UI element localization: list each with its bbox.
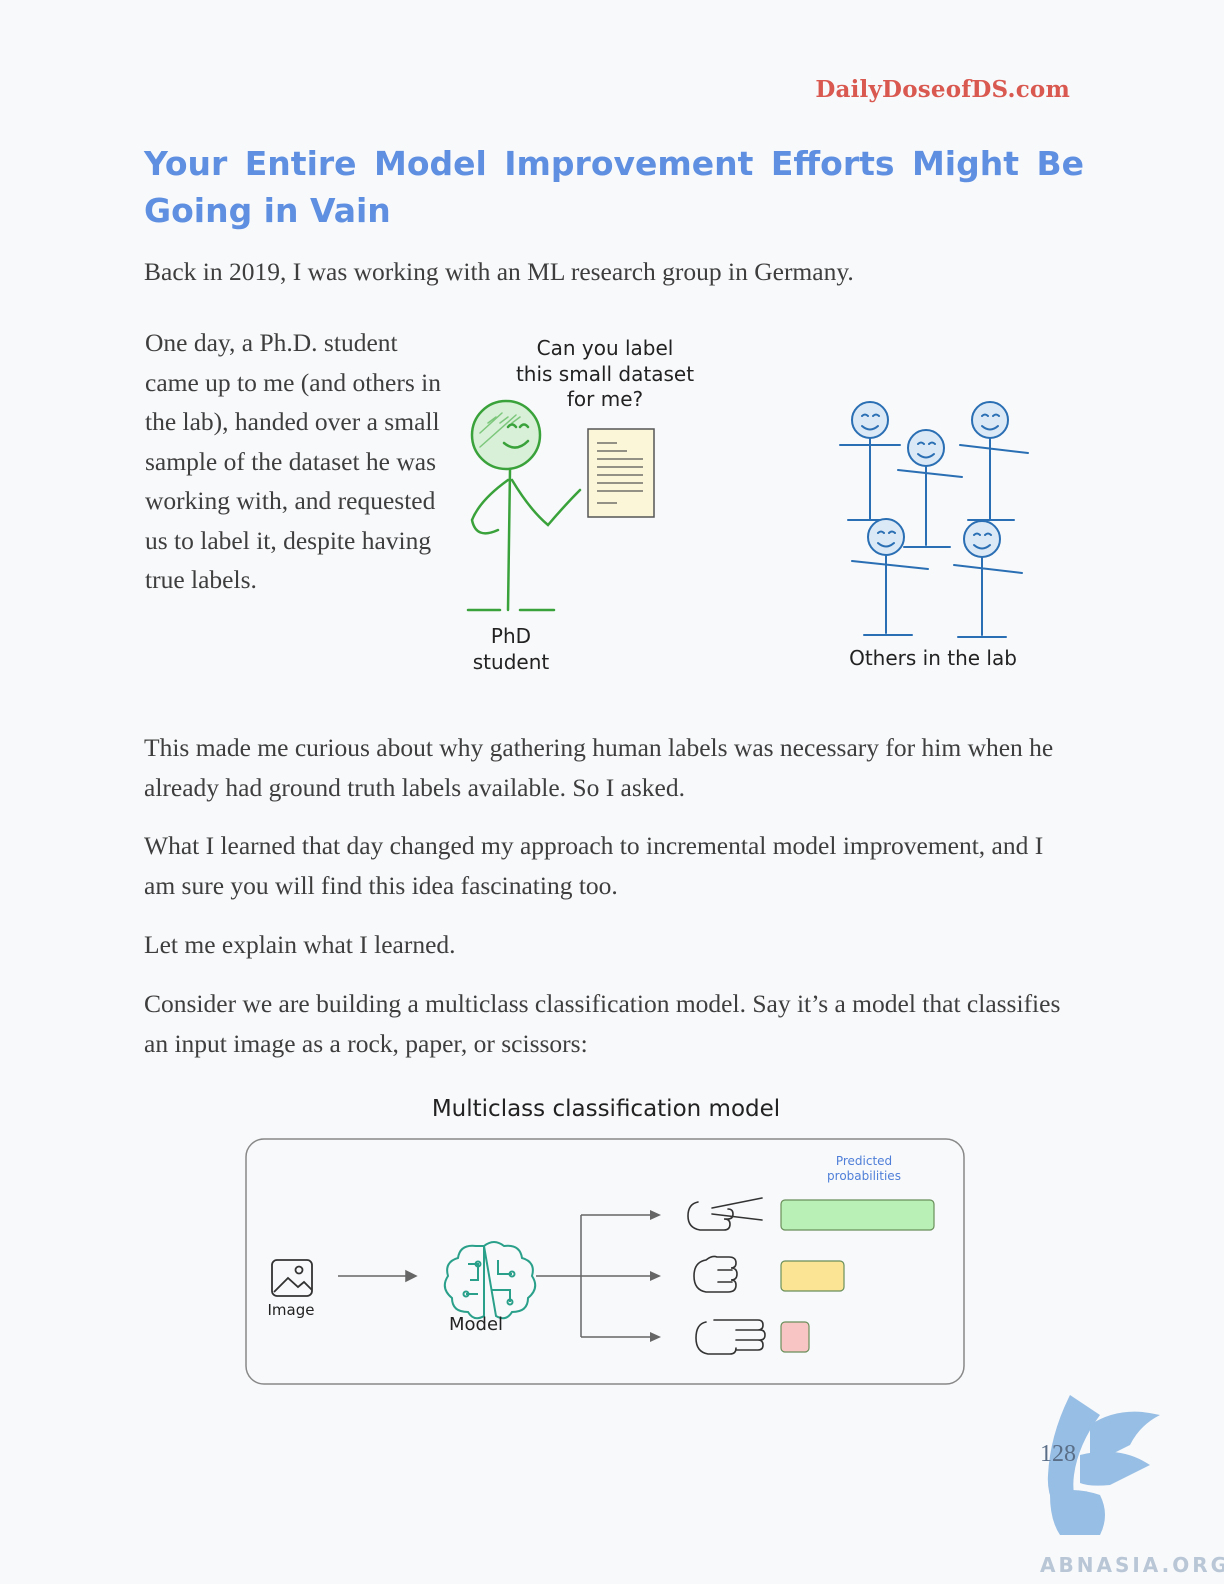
lab-members-group xyxy=(839,401,1029,638)
paper-hand-icon xyxy=(695,1319,766,1355)
speech-text-line3: for me? xyxy=(567,387,643,411)
page-number: 128 xyxy=(1040,1441,1076,1467)
classification-diagram: Multiclass classification model Image Mo… xyxy=(245,1096,965,1385)
scissors-hand-icon xyxy=(687,1197,763,1231)
classification-paragraph: Consider we are building a multiclass cl… xyxy=(144,989,1061,1058)
story-paragraph: One day, a Ph.D. student came up to me (… xyxy=(145,328,441,594)
speech-text-line2: this small dataset xyxy=(516,362,694,386)
learning-paragraph: What I learned that day changed my appro… xyxy=(144,831,1044,900)
phd-student-figure xyxy=(466,399,582,612)
predicted-label-line1: Predicted xyxy=(836,1154,892,1168)
probability-bar xyxy=(780,1321,810,1353)
page-title: Your Entire Model Improvement Efforts Mi… xyxy=(144,144,1084,230)
dataset-document-icon xyxy=(587,428,655,518)
model-label: Model xyxy=(449,1314,503,1335)
probability-bar xyxy=(780,1199,935,1231)
speech-text-line1: Can you label xyxy=(537,336,674,360)
image-label: Image xyxy=(268,1301,315,1319)
site-link[interactable]: DailyDoseofDS.com xyxy=(815,76,1070,103)
probability-bar xyxy=(780,1260,845,1292)
model-brain-icon xyxy=(443,1241,537,1320)
phd-label-line1: PhD xyxy=(491,624,531,648)
image-icon xyxy=(271,1259,313,1297)
predicted-label-line2: probabilities xyxy=(827,1169,901,1183)
intro-paragraph: Back in 2019, I was working with an ML r… xyxy=(144,257,854,286)
rock-fist-icon xyxy=(693,1255,738,1293)
explain-paragraph: Let me explain what I learned. xyxy=(144,930,456,959)
curiosity-paragraph: This made me curious about why gathering… xyxy=(144,733,1054,802)
phd-label-line2: student xyxy=(473,650,550,674)
watermark-text: ABNASIA.ORG xyxy=(1040,1553,1224,1577)
diagram-title: Multiclass classification model xyxy=(432,1096,780,1122)
others-label: Others in the lab xyxy=(849,646,1017,670)
labeling-illustration: Can you label this small dataset for me?… xyxy=(466,336,1029,674)
